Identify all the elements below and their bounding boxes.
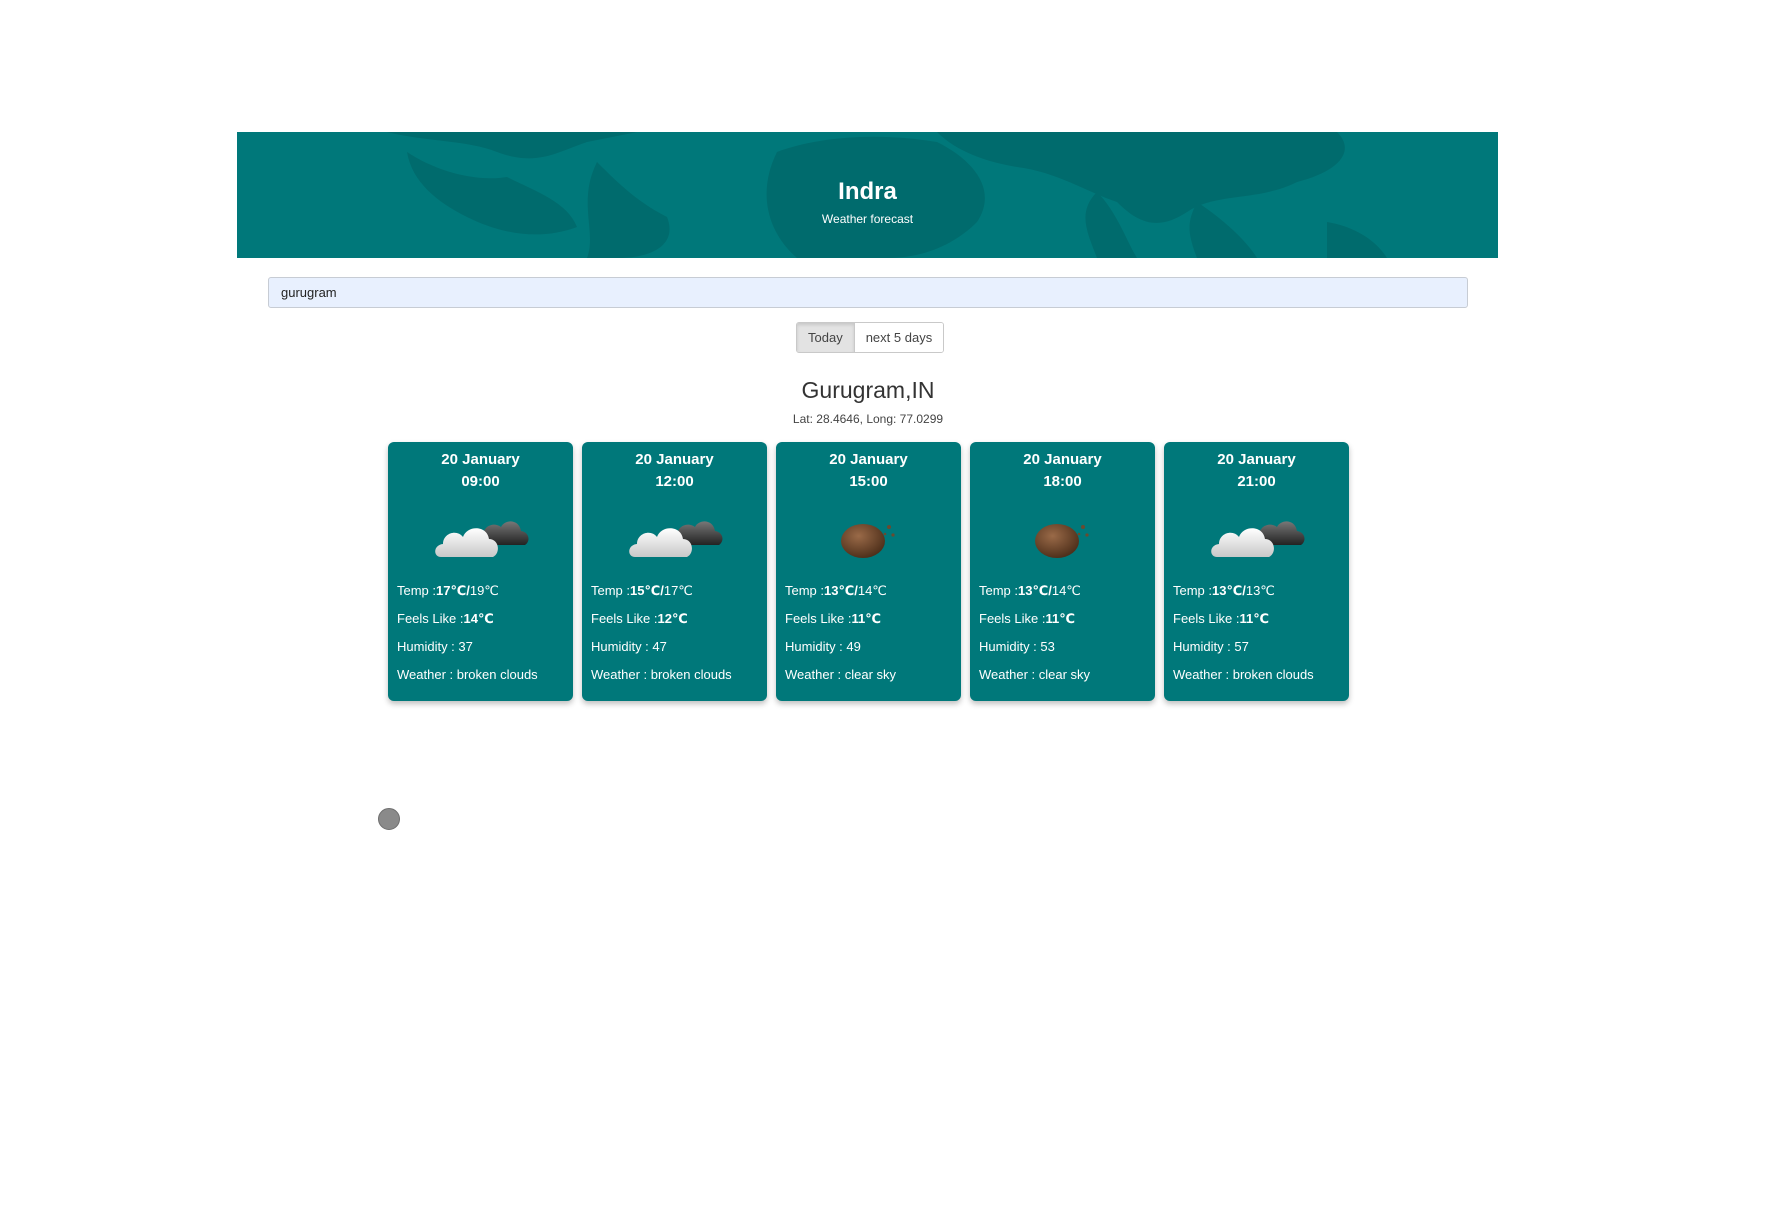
card-time: 15:00 [849,473,888,490]
location-name: Gurugram,IN [801,377,935,403]
broken-clouds-icon [582,497,767,577]
card-weather: Weather : broken clouds [1173,667,1314,682]
header-banner: Indra Weather forecast [237,132,1498,258]
city-search-input[interactable] [268,277,1468,308]
card-feels-like: Feels Like :11℃ [979,611,1075,626]
forecast-card: 20 January 18:00 Temp :13℃/14℃ Feels Lik… [970,442,1155,701]
card-date: 20 January [1023,451,1102,468]
app-subtitle: Weather forecast [821,212,914,226]
card-temp: Temp :13℃/13℃ [1173,583,1275,598]
card-date: 20 January [1217,451,1296,468]
card-details: Temp :13℃/14℃ Feels Like :11℃ Humidity :… [970,577,1155,689]
card-feels-like: Feels Like :14℃ [397,611,494,626]
app-title: Indra [838,178,897,205]
card-temp: Temp :13℃/14℃ [785,583,887,598]
card-feels-like: Feels Like :11℃ [785,611,881,626]
card-temp: Temp :13℃/14℃ [979,583,1081,598]
card-date: 20 January [441,451,520,468]
forecast-card: 20 January 12:00 Temp :15℃/17℃ Feels Lik… [582,442,767,701]
card-feels-like: Feels Like :12℃ [591,611,688,626]
card-date: 20 January [829,451,908,468]
card-feels-like: Feels Like :11℃ [1173,611,1269,626]
view-toggle: Today next 5 days [796,322,945,353]
card-humidity: Humidity : 53 [979,639,1055,654]
card-time: 12:00 [655,473,694,490]
card-details: Temp :13℃/13℃ Feels Like :11℃ Humidity :… [1164,577,1349,689]
card-humidity: Humidity : 47 [591,639,667,654]
card-humidity: Humidity : 37 [397,639,473,654]
card-datetime: 20 January 21:00 [1164,442,1349,493]
card-temp: Temp :15℃/17℃ [591,583,693,598]
card-weather: Weather : broken clouds [397,667,538,682]
card-date: 20 January [635,451,714,468]
card-datetime: 20 January 18:00 [970,442,1155,493]
page: Indra Weather forecast Today next 5 days… [0,0,1766,1220]
clear-sky-icon [970,497,1155,577]
cursor-indicator [378,808,400,830]
card-datetime: 20 January 09:00 [388,442,573,493]
broken-clouds-icon [388,497,573,577]
location-coords: Lat: 28.4646, Long: 77.0299 [792,412,944,426]
card-datetime: 20 January 12:00 [582,442,767,493]
clear-sky-icon [776,497,961,577]
forecast-card: 20 January 21:00 Temp :13℃/13℃ Feels Lik… [1164,442,1349,701]
card-humidity: Humidity : 49 [785,639,861,654]
broken-clouds-icon [1164,497,1349,577]
card-time: 21:00 [1237,473,1276,490]
next-5-days-button[interactable]: next 5 days [854,323,944,352]
card-datetime: 20 January 15:00 [776,442,961,493]
forecast-card: 20 January 09:00 Temp :17℃/19℃ Feels Lik… [388,442,573,701]
forecast-card: 20 January 15:00 Temp :13℃/14℃ Feels Lik… [776,442,961,701]
card-time: 18:00 [1043,473,1082,490]
card-weather: Weather : clear sky [979,667,1091,682]
card-details: Temp :13℃/14℃ Feels Like :11℃ Humidity :… [776,577,961,689]
card-humidity: Humidity : 57 [1173,639,1249,654]
card-weather: Weather : clear sky [785,667,897,682]
card-temp: Temp :17℃/19℃ [397,583,499,598]
forecast-cards: 20 January 09:00 Temp :17℃/19℃ Feels Lik… [388,442,1349,701]
today-button[interactable]: Today [797,323,855,352]
card-weather: Weather : broken clouds [591,667,732,682]
card-details: Temp :17℃/19℃ Feels Like :14℃ Humidity :… [388,577,573,689]
card-time: 09:00 [461,473,500,490]
card-details: Temp :15℃/17℃ Feels Like :12℃ Humidity :… [582,577,767,689]
